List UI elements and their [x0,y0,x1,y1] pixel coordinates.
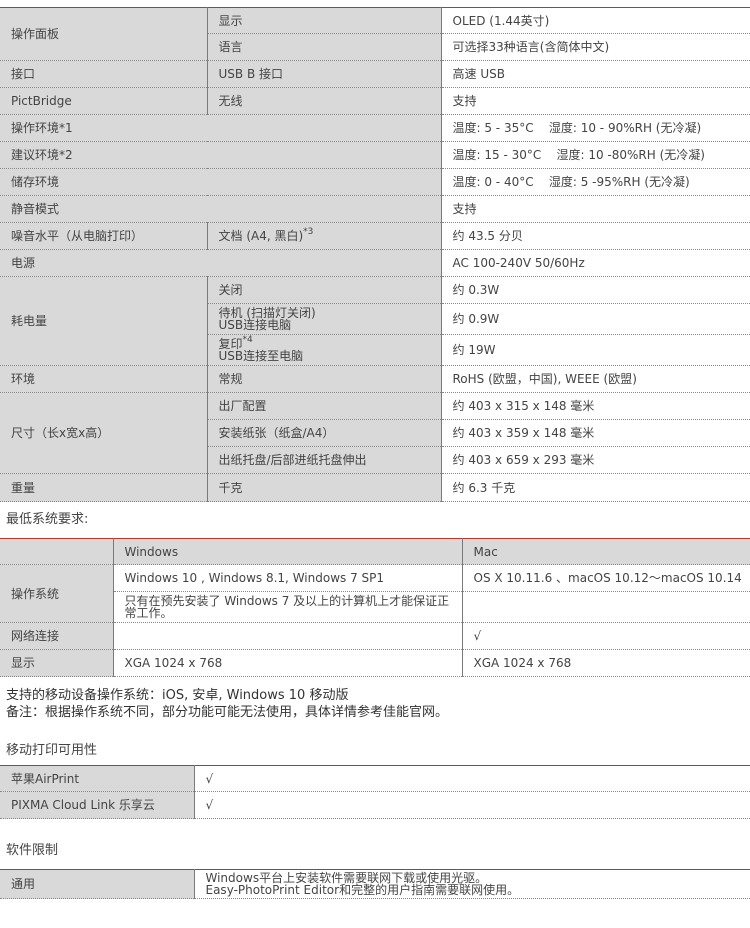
os-note: 只有在预先安装了 Windows 7 及以上的计算机上才能保证正常工作。 [113,592,462,623]
noise-mid: 文档 (A4, 黑白)*3 [207,223,441,250]
noise-label: 噪音水平（从电脑打印） [0,223,207,250]
op-env-value: 温度: 5 - 35°C 湿度: 10 - 90%RH (无冷凝) [441,115,750,142]
weight-label: 重量 [0,474,207,502]
silent-value: 支持 [441,196,750,223]
power-label: 电源 [0,250,441,277]
os-label: 操作系统 [0,565,113,623]
cloud-value: √ [194,792,750,819]
consumption-label: 耗电量 [0,277,207,366]
net-windows [113,623,462,650]
col-windows: Windows [113,539,462,565]
silent-label: 静音模式 [0,196,441,223]
sysreq-table: Windows Mac 操作系统 Windows 10 , Windows 8.… [0,538,750,677]
noise-mid-text: 文档 (A4, 黑白) [219,229,304,243]
size3-mid: 出纸托盘/后部进纸托盘伸出 [207,447,441,474]
standby-value: 约 0.9W [441,304,750,335]
mobile-heading: 移动打印可用性 [0,743,750,759]
interface-mid: USB B 接口 [207,61,441,88]
cloud-label: PIXMA Cloud Link 乐享云 [0,792,194,819]
store-env-value: 温度: 0 - 40°C 湿度: 5 -95%RH (无冷凝) [441,169,750,196]
power-value: AC 100-240V 50/60Hz [441,250,750,277]
size-label: 尺寸（长x宽x高） [0,393,207,474]
airprint-label: 苹果AirPrint [0,766,194,792]
interface-label: 接口 [0,61,207,88]
store-env-label: 储存环境 [0,169,441,196]
display-label: 显示 [207,8,441,34]
standby-label: 待机 (扫描灯关闭)USB连接电脑 [207,304,441,335]
off-value: 约 0.3W [441,277,750,304]
spec-table: 操作面板 显示 OLED (1.44英寸) 语言 可选择33种语言(含简体中文)… [0,7,750,502]
col-mac: Mac [462,539,750,565]
general-line2: Easy-PhotoPrint Editor和完整的用户指南需要联网使用。 [206,884,750,896]
language-value: 可选择33种语言(含简体中文) [441,34,750,61]
weight-value: 约 6.3 千克 [441,474,750,502]
notes: 支持的移动设备操作系统：iOS, 安卓, Windows 10 移动版 备注：根… [0,687,750,721]
mobile-os-note: 支持的移动设备操作系统：iOS, 安卓, Windows 10 移动版 [6,687,750,704]
display-value: OLED (1.44英寸) [441,8,750,34]
copy-footnote: *4 [243,335,253,345]
env-mid: 常规 [207,366,441,393]
pictbridge-label: PictBridge [0,88,207,115]
remark-note: 备注：根据操作系统不同，部分功能可能无法使用，具体详情参考佳能官网。 [6,704,750,721]
sysreq-display-label: 显示 [0,650,113,677]
general-label: 通用 [0,870,194,899]
software-table: 通用 Windows平台上安装软件需要联网下载或使用光驱。 Easy-Photo… [0,869,750,899]
size2-mid: 安装纸张（纸盒/A4） [207,420,441,447]
env-label: 环境 [0,366,207,393]
net-mac: √ [462,623,750,650]
noise-value: 约 43.5 分贝 [441,223,750,250]
op-env-label: 操作环境*1 [0,115,441,142]
sysreq-heading: 最低系统要求: [0,512,750,528]
mobile-table: 苹果AirPrint √ PIXMA Cloud Link 乐享云 √ [0,765,750,819]
rec-env-label: 建议环境*2 [0,142,441,169]
net-label: 网络连接 [0,623,113,650]
size1-mid: 出厂配置 [207,393,441,420]
pictbridge-mid: 无线 [207,88,441,115]
noise-footnote: *3 [303,227,313,237]
weight-mid: 千克 [207,474,441,502]
copy-label: 复印*4USB连接至电脑 [207,335,441,366]
interface-value: 高速 USB [441,61,750,88]
pictbridge-value: 支持 [441,88,750,115]
os-windows: Windows 10 , Windows 8.1, Windows 7 SP1 [113,565,462,592]
env-value: RoHS (欧盟，中国), WEEE (欧盟) [441,366,750,393]
os-mac-empty [462,592,750,623]
copy-value: 约 19W [441,335,750,366]
software-heading: 软件限制 [0,843,750,859]
sysreq-display-windows: XGA 1024 x 768 [113,650,462,677]
off-label: 关闭 [207,277,441,304]
sysreq-corner [0,539,113,565]
language-label: 语言 [207,34,441,61]
standby-line2: USB连接电脑 [219,319,441,331]
os-mac: OS X 10.11.6 、macOS 10.12～macOS 10.14 [462,565,750,592]
size1-value: 约 403 x 315 x 148 毫米 [441,393,750,420]
airprint-value: √ [194,766,750,792]
sysreq-display-mac: XGA 1024 x 768 [462,650,750,677]
panel-label: 操作面板 [0,8,207,61]
rec-env-value: 温度: 15 - 30°C 湿度: 10 -80%RH (无冷凝) [441,142,750,169]
copy-line2: USB连接至电脑 [219,350,441,362]
size3-value: 约 403 x 659 x 293 毫米 [441,447,750,474]
general-value: Windows平台上安装软件需要联网下载或使用光驱。 Easy-PhotoPri… [194,870,750,899]
size2-value: 约 403 x 359 x 148 毫米 [441,420,750,447]
